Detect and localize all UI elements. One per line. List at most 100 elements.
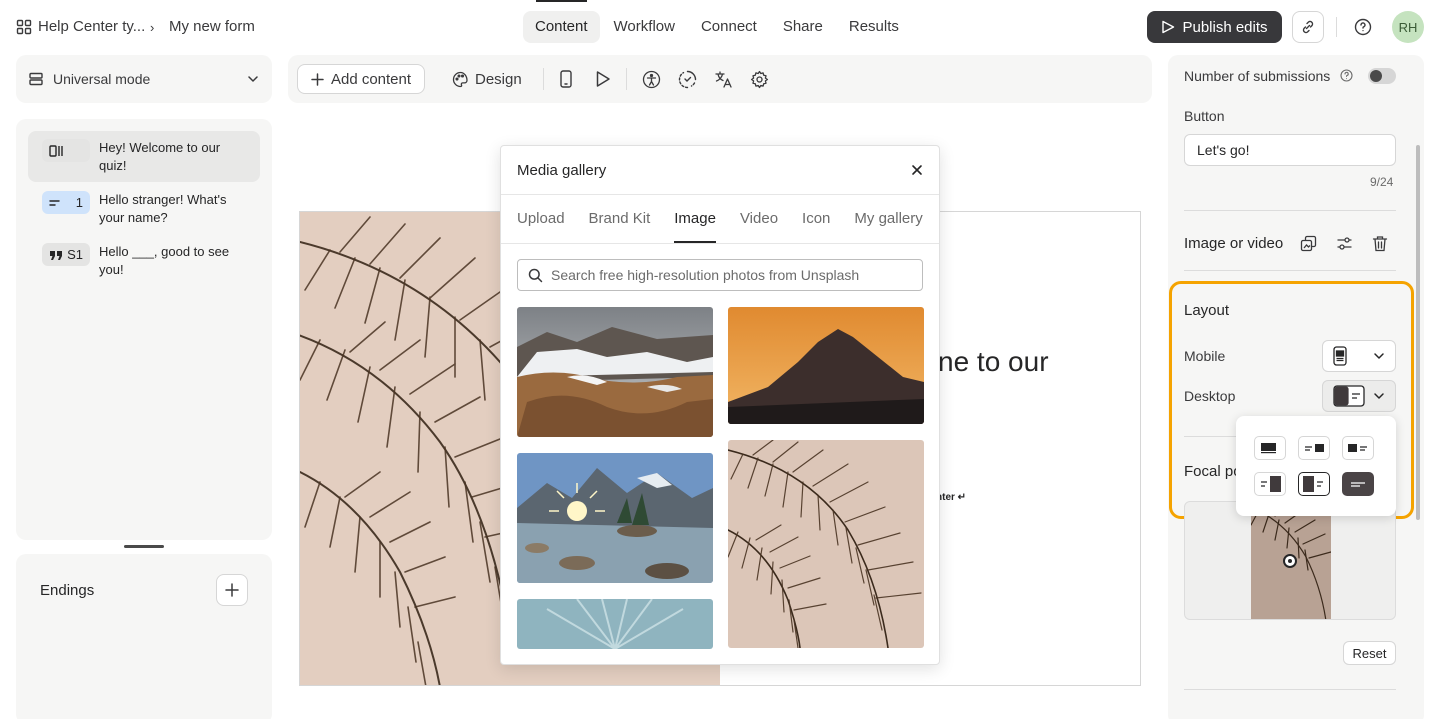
grid-icon[interactable] [16,19,32,35]
search-icon [528,268,543,283]
panel-resize-handle[interactable] [124,545,164,548]
question-item-name[interactable]: 1 Hello stranger! What's your name? [28,183,260,234]
layout-option-split-left[interactable] [1298,472,1330,496]
question-number: 1 [75,195,83,210]
mobile-layout-select[interactable] [1322,340,1396,372]
add-content-button[interactable]: Add content [297,64,425,94]
plus-icon [225,583,239,597]
button-section-label: Button [1184,108,1225,124]
submissions-toggle[interactable] [1368,68,1396,84]
tab-upload[interactable]: Upload [517,210,565,243]
tab-connect[interactable]: Connect [689,11,769,43]
toolbar-divider [543,68,544,90]
question-item-statement[interactable]: S1 Hello ___, good to see you! [28,235,260,286]
layout-option-float-left[interactable] [1342,436,1374,460]
tab-workflow[interactable]: Workflow [602,11,687,43]
help-icon [1354,18,1372,36]
settings-gear-icon[interactable] [748,68,770,90]
publish-edits-button[interactable]: Publish edits [1147,11,1282,43]
layout-option-float-right[interactable] [1298,436,1330,460]
quote-icon [49,248,63,262]
tabs-divider [501,243,939,244]
universal-mode-selector[interactable]: Universal mode [16,55,272,103]
unsplash-search[interactable] [517,259,923,291]
adjust-sliders-icon[interactable] [1334,233,1354,253]
layout-option-wallpaper[interactable] [1342,472,1374,496]
replace-media-icon[interactable] [1298,233,1318,253]
reset-focal-button[interactable]: Reset [1343,641,1396,665]
photo-thumbnail-sunset-mountain[interactable] [728,307,924,424]
question-number: S1 [67,247,83,262]
layout-label: Layout [1184,302,1230,319]
statement-badge: S1 [42,243,90,266]
tab-image[interactable]: Image [674,210,716,243]
section-divider [1184,270,1396,271]
image-section-label: Image or video [1184,235,1284,252]
breadcrumb-form-name[interactable]: My new form [169,18,255,35]
short-text-badge: 1 [42,191,90,214]
layout-option-split-right[interactable] [1254,472,1286,496]
active-tab-indicator [536,0,587,2]
question-text: Hey! Welcome to our quiz! [99,140,221,173]
header-divider [1336,17,1337,37]
photo-thumbnail-palm-leaves[interactable] [728,440,924,648]
layout-option-stack-left[interactable] [1254,436,1286,460]
media-gallery-modal: Media gallery Upload Brand Kit Image Vid… [500,145,940,665]
endings-label: Endings [40,582,95,599]
mobile-preview-icon[interactable] [555,68,577,90]
add-ending-button[interactable] [216,574,248,606]
modal-title: Media gallery [517,162,607,179]
questions-list: Hey! Welcome to our quiz! 1 Hello strang… [16,119,272,540]
tab-brand-kit[interactable]: Brand Kit [589,210,651,243]
settings-scrollbar[interactable] [1416,145,1420,520]
avatar[interactable]: RH [1392,11,1424,43]
tab-my-gallery[interactable]: My gallery [854,210,922,243]
search-input[interactable] [551,267,911,283]
publish-label: Publish edits [1182,18,1268,36]
toolbar-divider [626,68,627,90]
plus-icon [311,72,324,86]
send-icon [1161,20,1175,34]
play-preview-icon[interactable] [592,68,614,90]
breadcrumb-workspace[interactable]: Help Center ty... [38,18,145,35]
char-count: 9/24 [1370,175,1394,189]
submissions-label: Number of submissions [1184,68,1331,84]
mode-label: Universal mode [53,71,151,87]
photo-thumbnail-snowy-hills[interactable] [517,307,713,437]
desktop-layout-select[interactable] [1322,380,1396,412]
tab-icon[interactable]: Icon [802,210,830,243]
close-icon[interactable] [910,163,924,177]
trash-icon[interactable] [1370,233,1390,253]
focal-point-handle[interactable] [1283,554,1297,568]
translate-icon[interactable] [712,68,734,90]
press-enter-hint: nter ↵ [936,492,967,503]
tab-content[interactable]: Content [523,11,600,43]
breadcrumb-separator: › [150,20,155,35]
link-icon [1300,19,1316,35]
section-divider [1184,210,1396,211]
help-button[interactable] [1352,16,1374,38]
button-text-input[interactable] [1184,134,1396,166]
mobile-label: Mobile [1184,348,1226,364]
copy-link-button[interactable] [1292,11,1324,43]
accessibility-icon[interactable] [640,68,662,90]
question-item-welcome[interactable]: Hey! Welcome to our quiz! [28,131,260,182]
progress-indicator-icon[interactable] [676,68,698,90]
chevron-down-icon [246,72,260,86]
gallery-tabs: Upload Brand Kit Image Video Icon My gal… [517,210,923,243]
design-button[interactable]: Design [446,64,528,94]
top-nav: Content Workflow Connect Share Results [523,11,911,43]
photo-thumbnail-mountain-lake[interactable] [517,453,713,583]
focal-point-label: Focal po [1184,463,1242,480]
add-content-label: Add content [330,70,412,88]
welcome-heading-text[interactable]: ne to our [938,346,1049,378]
tab-video[interactable]: Video [740,210,778,243]
tab-share[interactable]: Share [771,11,835,43]
desktop-label: Desktop [1184,388,1236,404]
photo-thumbnail-sky-rays[interactable] [517,599,713,649]
palette-icon [452,71,469,88]
focal-point-preview[interactable] [1184,501,1396,620]
info-icon[interactable] [1340,69,1353,82]
tab-results[interactable]: Results [837,11,911,43]
layers-icon [28,71,44,87]
